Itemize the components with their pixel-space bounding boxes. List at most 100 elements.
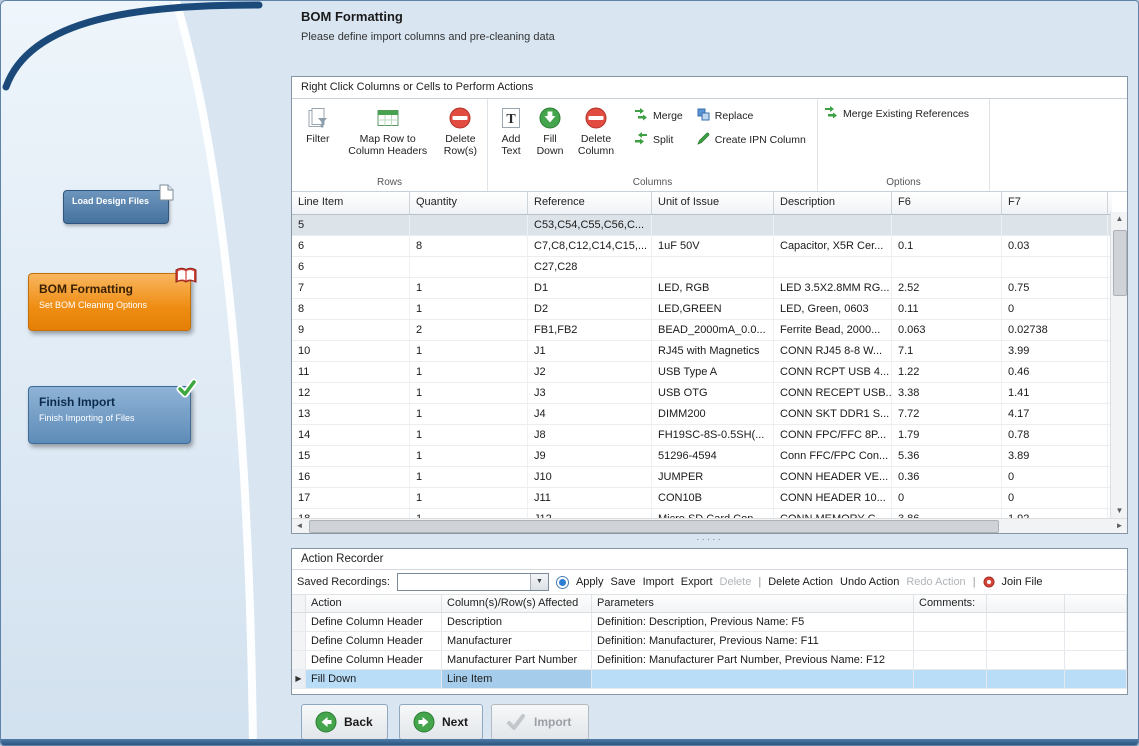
table-cell[interactable]: Conn FFC/FPC Con... (774, 446, 892, 466)
table-cell[interactable]: 1 (410, 341, 528, 361)
table-cell[interactable]: 8 (410, 236, 528, 256)
action-cell[interactable] (914, 670, 987, 688)
table-cell[interactable]: CONN FPC/FFC 8P... (774, 425, 892, 445)
action-cell[interactable] (914, 613, 987, 631)
table-cell[interactable]: 0.78 (1002, 425, 1108, 445)
table-cell[interactable]: 5.36 (892, 446, 1002, 466)
fill-down-button[interactable]: Fill Down (532, 103, 568, 159)
table-cell[interactable]: CON10B (652, 488, 774, 508)
table-row[interactable]: 71D1LED, RGBLED 3.5X2.8MM RG...2.520.75 (292, 278, 1112, 299)
table-cell[interactable]: C7,C8,C12,C14,C15,... (528, 236, 652, 256)
table-cell[interactable]: 0 (1002, 299, 1108, 319)
action-cell[interactable] (1065, 632, 1127, 650)
table-cell[interactable]: 1 (410, 362, 528, 382)
action-cell[interactable] (1065, 670, 1127, 688)
column-header-reference[interactable]: Reference (528, 192, 652, 214)
table-cell[interactable]: J9 (528, 446, 652, 466)
action-cell[interactable] (987, 632, 1065, 650)
back-button[interactable]: Back (301, 704, 388, 740)
action-row[interactable]: Define Column HeaderManufacturerDefiniti… (292, 632, 1127, 651)
table-cell[interactable]: CONN RECEPT USB... (774, 383, 892, 403)
table-cell[interactable]: 51296-4594 (652, 446, 774, 466)
table-cell[interactable]: 0.46 (1002, 362, 1108, 382)
table-row[interactable]: 68C7,C8,C12,C14,C15,...1uF 50VCapacitor,… (292, 236, 1112, 257)
table-cell[interactable]: J8 (528, 425, 652, 445)
action-cell[interactable]: Manufacturer (442, 632, 592, 650)
action-cell[interactable] (592, 670, 914, 688)
action-cell[interactable] (987, 651, 1065, 669)
table-cell[interactable]: 15 (292, 446, 410, 466)
action-cell[interactable]: Define Column Header (306, 651, 442, 669)
table-cell[interactable]: Ferrite Bead, 2000... (774, 320, 892, 340)
action-cell[interactable]: Definition: Description, Previous Name: … (592, 613, 914, 631)
horizontal-scroll-thumb[interactable] (309, 520, 999, 533)
table-cell[interactable]: 11 (292, 362, 410, 382)
table-cell[interactable]: CONN HEADER VE... (774, 467, 892, 487)
merge-existing-references-button[interactable]: Merge Existing References (824, 106, 969, 122)
column-header-unit-of-issue[interactable]: Unit of Issue (652, 192, 774, 214)
action-cell[interactable] (914, 632, 987, 650)
table-cell[interactable]: 4.17 (1002, 404, 1108, 424)
table-cell[interactable]: 7.1 (892, 341, 1002, 361)
table-row[interactable]: 81D2LED,GREENLED, Green, 06030.110 (292, 299, 1112, 320)
row-indicator-icon[interactable] (292, 632, 306, 650)
replace-button[interactable]: Replace (697, 108, 806, 124)
table-cell[interactable] (652, 215, 774, 235)
table-cell[interactable]: CONN RJ45 8-8 W... (774, 341, 892, 361)
action-cell[interactable] (1065, 651, 1127, 669)
table-cell[interactable]: C53,C54,C55,C56,C... (528, 215, 652, 235)
table-cell[interactable]: 1uF 50V (652, 236, 774, 256)
affected-column-header[interactable]: Column(s)/Row(s) Affected (442, 595, 592, 612)
table-cell[interactable]: USB Type A (652, 362, 774, 382)
table-cell[interactable] (1002, 215, 1108, 235)
table-cell[interactable]: 0 (892, 488, 1002, 508)
table-cell[interactable] (774, 257, 892, 277)
scroll-left-icon[interactable]: ◄ (292, 519, 307, 533)
table-cell[interactable]: LED,GREEN (652, 299, 774, 319)
table-cell[interactable]: 1.79 (892, 425, 1002, 445)
table-cell[interactable] (892, 257, 1002, 277)
action-cell[interactable]: Define Column Header (306, 632, 442, 650)
action-column-header[interactable]: Action (306, 595, 442, 612)
table-cell[interactable]: Capacitor, X5R Cer... (774, 236, 892, 256)
table-row[interactable]: 141J8FH19SC-8S-0.5SH(...CONN FPC/FFC 8P.… (292, 425, 1112, 446)
table-cell[interactable]: 1 (410, 278, 528, 298)
table-cell[interactable]: 6 (292, 257, 410, 277)
delete-action-button[interactable]: Delete Action (768, 576, 833, 588)
table-cell[interactable]: FH19SC-8S-0.5SH(... (652, 425, 774, 445)
table-cell[interactable]: 1 (410, 404, 528, 424)
table-cell[interactable]: D2 (528, 299, 652, 319)
table-row[interactable]: 131J4DIMM200CONN SKT DDR1 S...7.724.17 (292, 404, 1112, 425)
table-cell[interactable]: 3.38 (892, 383, 1002, 403)
delete-column-button[interactable]: Delete Column (572, 103, 620, 159)
table-cell[interactable]: 3.99 (1002, 341, 1108, 361)
saved-recordings-select[interactable]: ▼ (397, 573, 549, 591)
table-cell[interactable]: 8 (292, 299, 410, 319)
scroll-right-icon[interactable]: ► (1112, 519, 1127, 533)
join-file-button[interactable]: Join File (1002, 576, 1043, 588)
table-cell[interactable]: 2 (410, 320, 528, 340)
table-cell[interactable]: 0.75 (1002, 278, 1108, 298)
table-cell[interactable]: LED, Green, 0603 (774, 299, 892, 319)
column-header-f6[interactable]: F6 (892, 192, 1002, 214)
create-ipn-column-button[interactable]: Create IPN Column (697, 132, 806, 148)
table-cell[interactable]: CONN HEADER 10... (774, 488, 892, 508)
action-row[interactable]: Define Column HeaderDescriptionDefinitio… (292, 613, 1127, 632)
table-cell[interactable]: 0.1 (892, 236, 1002, 256)
apply-radio[interactable] (556, 576, 569, 589)
table-cell[interactable]: 1 (410, 446, 528, 466)
table-cell[interactable]: 16 (292, 467, 410, 487)
column-header-quantity[interactable]: Quantity (410, 192, 528, 214)
table-cell[interactable]: 7.72 (892, 404, 1002, 424)
comments-column-header[interactable]: Comments: (914, 595, 987, 612)
table-cell[interactable] (652, 257, 774, 277)
table-cell[interactable]: 1 (410, 467, 528, 487)
table-cell[interactable]: 0 (1002, 467, 1108, 487)
save-button[interactable]: Save (610, 576, 635, 588)
undo-action-button[interactable]: Undo Action (840, 576, 899, 588)
column-header-line-item[interactable]: Line Item (292, 192, 410, 214)
table-row[interactable]: 111J2USB Type ACONN RCPT USB 4...1.220.4… (292, 362, 1112, 383)
table-row[interactable]: 161J10JUMPERCONN HEADER VE...0.360 (292, 467, 1112, 488)
table-cell[interactable]: D1 (528, 278, 652, 298)
table-cell[interactable]: 1.41 (1002, 383, 1108, 403)
